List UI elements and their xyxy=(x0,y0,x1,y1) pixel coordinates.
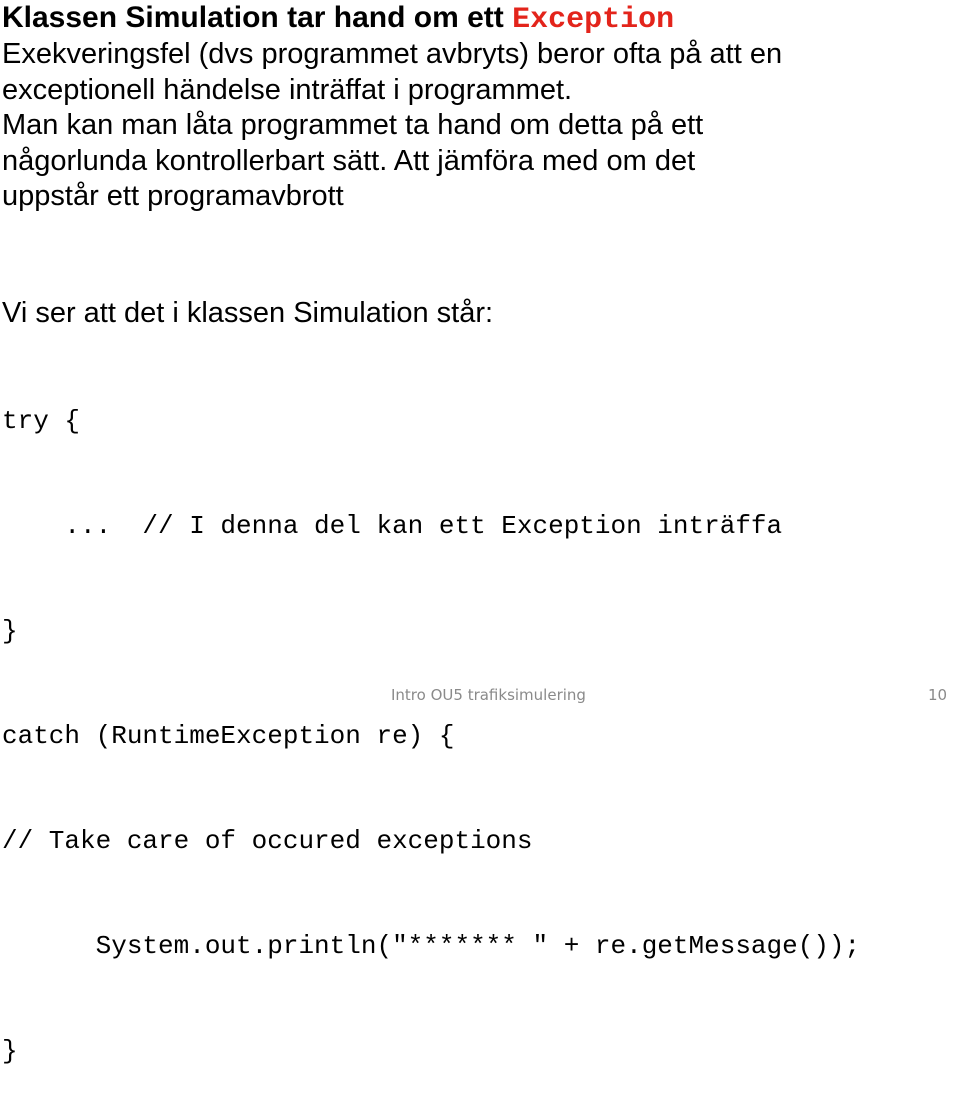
code-intro-line: Vi ser att det i klassen Simulation står… xyxy=(2,297,494,329)
footer-title: Intro OU5 trafiksimulering xyxy=(391,686,586,704)
code-block: try { ... // I denna del kan ett Excepti… xyxy=(2,334,860,1104)
intro-line: uppstår ett programavbrott xyxy=(2,180,344,212)
slide-title-keyword: Exception xyxy=(512,3,675,37)
intro-line: Man kan man låta programmet ta hand om d… xyxy=(2,109,704,141)
code-line: // Take care of occured exceptions xyxy=(2,826,533,856)
slide-title-text: Klassen Simulation tar hand om ett xyxy=(2,1,513,34)
code-line: } xyxy=(2,1036,18,1066)
intro-paragraph: Exekveringsfel (dvs programmet avbryts) … xyxy=(2,37,782,215)
intro-line: någorlunda kontrollerbart sätt. Att jämf… xyxy=(2,144,696,177)
code-line: } xyxy=(2,616,18,646)
code-line: try { xyxy=(2,406,81,436)
code-intro-paragraph: Vi ser att det i klassen Simulation står… xyxy=(2,296,493,332)
intro-line: exceptionell händelse inträffat i progra… xyxy=(2,73,573,106)
code-line: ... // I denna del kan ett Exception int… xyxy=(2,511,783,541)
page-number: 10 xyxy=(928,686,948,704)
code-line: System.out.println("******* " + re.getMe… xyxy=(2,931,861,961)
slide-title: Klassen Simulation tar hand om ett Excep… xyxy=(2,0,674,38)
intro-line: Exekveringsfel (dvs programmet avbryts) … xyxy=(2,38,783,70)
code-line: catch (RuntimeException re) { xyxy=(2,721,455,751)
